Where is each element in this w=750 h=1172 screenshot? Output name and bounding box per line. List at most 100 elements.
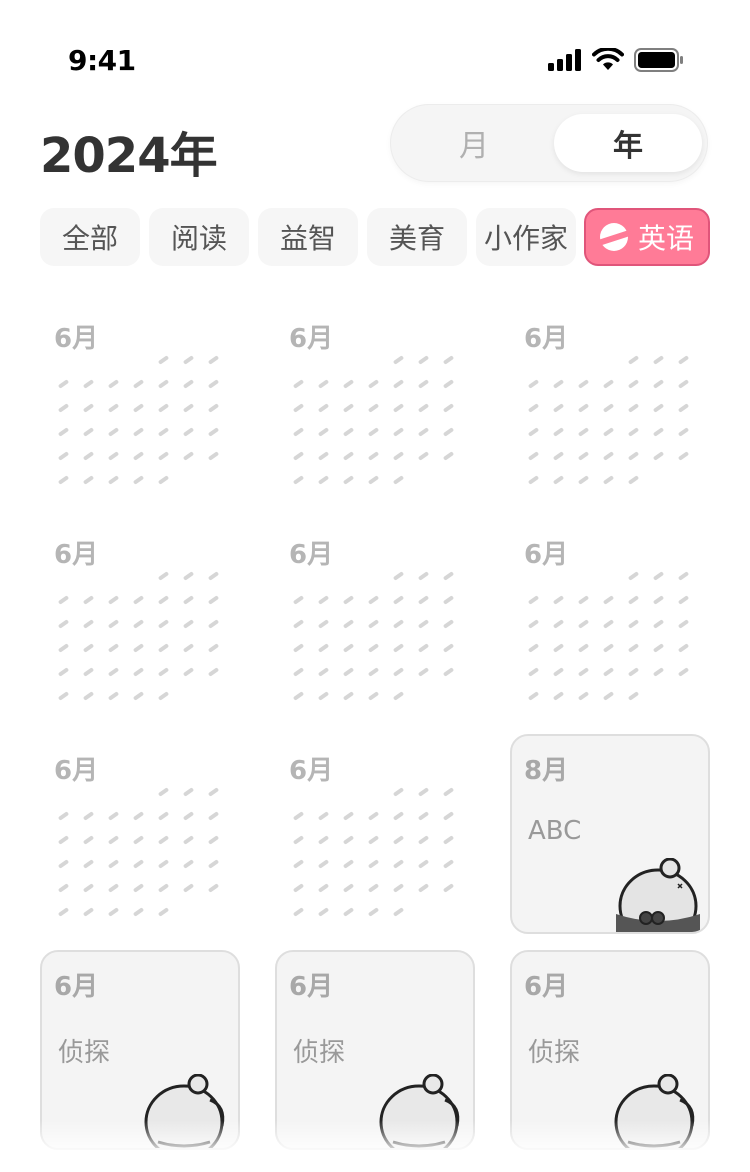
day-dot (442, 451, 455, 461)
day-dot (182, 859, 195, 869)
month-label: 6月 (289, 540, 334, 570)
tab-art[interactable]: 美育 (367, 208, 467, 266)
day-dot (317, 619, 330, 629)
month-calendar[interactable]: 6月 (275, 516, 475, 716)
day-dot (292, 883, 305, 893)
day-dot (342, 859, 355, 869)
month-calendar[interactable]: 6月 (275, 300, 475, 500)
day-dot (627, 667, 640, 677)
card-label: 侦探 (528, 1038, 581, 1068)
status-icons (548, 48, 684, 72)
day-dot (442, 571, 455, 581)
day-dot (342, 595, 355, 605)
day-dot (317, 691, 330, 701)
tab-reading[interactable]: 阅读 (149, 208, 249, 266)
day-dot (417, 835, 430, 845)
day-dot (157, 883, 170, 893)
day-dot (417, 787, 430, 797)
day-dot (292, 595, 305, 605)
day-dot (392, 811, 405, 821)
day-dot (417, 883, 430, 893)
month-calendar[interactable]: 6月 (40, 300, 240, 500)
month-label: 6月 (524, 540, 569, 570)
day-dot (107, 811, 120, 821)
tab-label: 小作家 (483, 222, 568, 255)
day-dot (82, 379, 95, 389)
toggle-year[interactable]: 年 (554, 114, 702, 172)
day-dot (82, 475, 95, 485)
day-dot (292, 907, 305, 917)
day-dot (552, 691, 565, 701)
day-dot (367, 907, 380, 917)
day-dot (107, 379, 120, 389)
day-dot (317, 427, 330, 437)
day-dot (342, 835, 355, 845)
day-dot (342, 643, 355, 653)
day-dot (207, 859, 220, 869)
day-dot (157, 427, 170, 437)
month-label: 6月 (54, 756, 99, 786)
day-dot (652, 403, 665, 413)
day-dot (677, 451, 690, 461)
day-dot (652, 643, 665, 653)
day-dot (107, 883, 120, 893)
month-label: 6月 (524, 324, 569, 354)
day-dot (442, 883, 455, 893)
day-dot (367, 883, 380, 893)
day-dot (417, 619, 430, 629)
toggle-month[interactable]: 月 (400, 114, 548, 172)
tab-all[interactable]: 全部 (40, 208, 140, 266)
status-bar: 9:41 (0, 0, 750, 110)
tab-english[interactable]: 英语 (584, 208, 710, 266)
month-calendar[interactable]: 6月 (40, 732, 240, 932)
day-dot (552, 619, 565, 629)
month-calendar[interactable]: 6月 (510, 300, 710, 500)
day-dot (627, 355, 640, 365)
day-dot (182, 667, 195, 677)
day-dot (82, 451, 95, 461)
status-time: 9:41 (68, 44, 136, 77)
day-dots (292, 571, 463, 710)
day-dot (107, 595, 120, 605)
day-dot (602, 427, 615, 437)
day-dot (602, 619, 615, 629)
day-dot (57, 619, 70, 629)
month-calendar[interactable]: 6月 (510, 516, 710, 716)
day-dot (417, 595, 430, 605)
month-calendar[interactable]: 6月 (275, 732, 475, 932)
tab-label: 英语 (637, 222, 694, 255)
day-dot (292, 811, 305, 821)
day-dot (627, 571, 640, 581)
day-dot (527, 643, 540, 653)
wifi-icon (592, 48, 624, 70)
day-dot (392, 691, 405, 701)
day-dot (577, 451, 590, 461)
month-card[interactable]: 8月 ABC (510, 734, 710, 934)
day-dot (577, 619, 590, 629)
day-dots (292, 787, 463, 926)
day-dot (442, 355, 455, 365)
day-dot (207, 355, 220, 365)
day-dot (157, 667, 170, 677)
day-dot (417, 643, 430, 653)
day-dot (207, 883, 220, 893)
day-dot (392, 619, 405, 629)
day-dot (527, 667, 540, 677)
day-dot (57, 427, 70, 437)
month-calendar[interactable]: 6月 (40, 516, 240, 716)
day-dot (82, 859, 95, 869)
day-dot (417, 667, 430, 677)
day-dot (392, 427, 405, 437)
tab-writer[interactable]: 小作家 (476, 208, 576, 266)
day-dot (132, 691, 145, 701)
day-dot (157, 907, 170, 917)
tab-puzzle[interactable]: 益智 (258, 208, 358, 266)
day-dot (182, 595, 195, 605)
day-dot (82, 907, 95, 917)
day-dot (602, 475, 615, 485)
day-dot (107, 619, 120, 629)
day-dot (107, 427, 120, 437)
day-dot (652, 595, 665, 605)
day-dot (182, 451, 195, 461)
day-dot (627, 619, 640, 629)
